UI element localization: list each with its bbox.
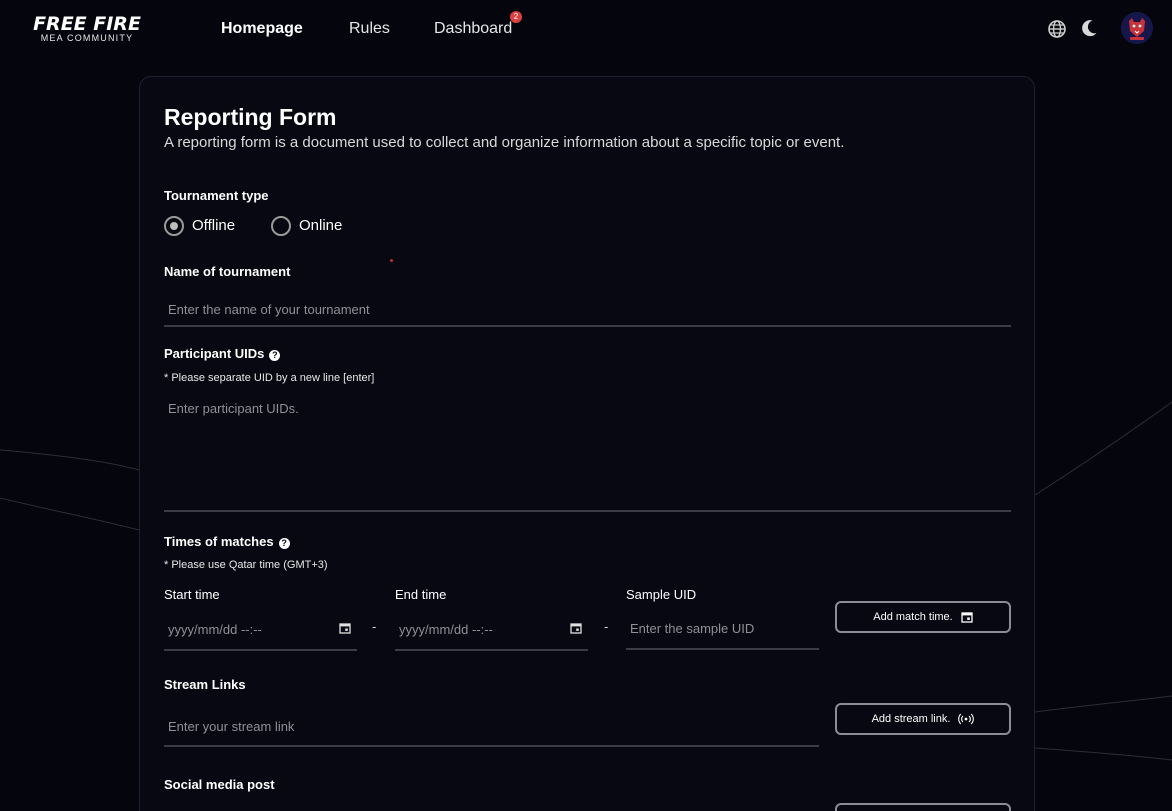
- free-fire-logo[interactable]: FREE FIRE MEA COMMUNITY: [24, 14, 150, 44]
- start-end-separator: -: [372, 619, 377, 634]
- radio-offline-circle[interactable]: [164, 216, 184, 236]
- sample-uid-input[interactable]: [626, 609, 819, 650]
- sample-uid-label: Sample UID: [626, 587, 697, 602]
- broadcast-icon: [958, 713, 975, 725]
- end-sample-separator: -: [604, 619, 609, 634]
- add-match-time-label: Add match time.: [873, 611, 953, 623]
- match-times-label: Times of matches?: [164, 533, 290, 551]
- reporting-form-card: Reporting Form A reporting form is a doc…: [139, 76, 1035, 811]
- calendar-icon[interactable]: [339, 622, 351, 634]
- form-title: Reporting Form: [164, 104, 337, 130]
- nav-dashboard[interactable]: Dashboard: [434, 18, 512, 40]
- add-social-post-button[interactable]: [835, 803, 1011, 811]
- match-times-note: * Please use Qatar time (GMT+3): [164, 559, 328, 571]
- social-media-label: Social media post: [164, 777, 275, 792]
- end-time-placeholder: yyyy/mm/dd --:--: [399, 622, 493, 637]
- stream-links-label: Stream Links: [164, 677, 246, 692]
- help-icon[interactable]: ?: [269, 350, 281, 361]
- end-time-input[interactable]: yyyy/mm/dd --:--: [395, 609, 588, 651]
- radio-offline-label: Offline: [192, 217, 236, 234]
- participant-uids-textarea[interactable]: [164, 393, 1011, 512]
- end-time-label: End time: [395, 587, 447, 602]
- stream-link-input[interactable]: [164, 707, 819, 747]
- nav-rules[interactable]: Rules: [349, 18, 390, 40]
- logo-subtitle: MEA COMMUNITY: [40, 33, 134, 43]
- avatar[interactable]: [1121, 12, 1153, 44]
- add-match-time-button[interactable]: Add match time.: [835, 601, 1011, 633]
- match-times-label-text: Times of matches: [164, 534, 274, 549]
- participant-uids-note: * Please separate UID by a new line [ent…: [164, 372, 375, 384]
- tournament-name-label: Name of tournament: [164, 264, 291, 279]
- dashboard-notification-badge: 2: [510, 11, 522, 23]
- globe-icon[interactable]: [1047, 19, 1067, 39]
- calendar-icon: [961, 612, 973, 623]
- top-navbar: FREE FIRE MEA COMMUNITY Homepage Rules D…: [0, 0, 1172, 58]
- radio-online[interactable]: Online: [271, 215, 361, 237]
- tiger-avatar-icon: [1121, 12, 1153, 44]
- calendar-icon[interactable]: [570, 622, 582, 634]
- radio-offline[interactable]: Offline: [164, 215, 254, 237]
- add-stream-link-button[interactable]: Add stream link.: [835, 703, 1011, 735]
- help-icon[interactable]: ?: [278, 538, 290, 549]
- participant-uids-label: Participant UIDs?: [164, 345, 281, 363]
- start-time-placeholder: yyyy/mm/dd --:--: [168, 622, 262, 637]
- start-time-label: Start time: [164, 587, 220, 602]
- form-subtitle: A reporting form is a document used to c…: [164, 134, 845, 151]
- tournament-name-input[interactable]: [164, 293, 1011, 327]
- start-time-input[interactable]: yyyy/mm/dd --:--: [164, 609, 357, 651]
- radio-online-label: Online: [299, 217, 343, 234]
- moon-icon[interactable]: [1079, 18, 1099, 38]
- participant-uids-label-text: Participant UIDs: [164, 346, 265, 361]
- nav-homepage[interactable]: Homepage: [221, 18, 303, 40]
- tournament-type-label: Tournament type: [164, 188, 269, 203]
- radio-online-circle[interactable]: [271, 216, 291, 236]
- decorative-dot: [390, 259, 393, 262]
- logo-title: FREE FIRE: [33, 13, 141, 35]
- add-stream-link-label: Add stream link.: [871, 713, 951, 725]
